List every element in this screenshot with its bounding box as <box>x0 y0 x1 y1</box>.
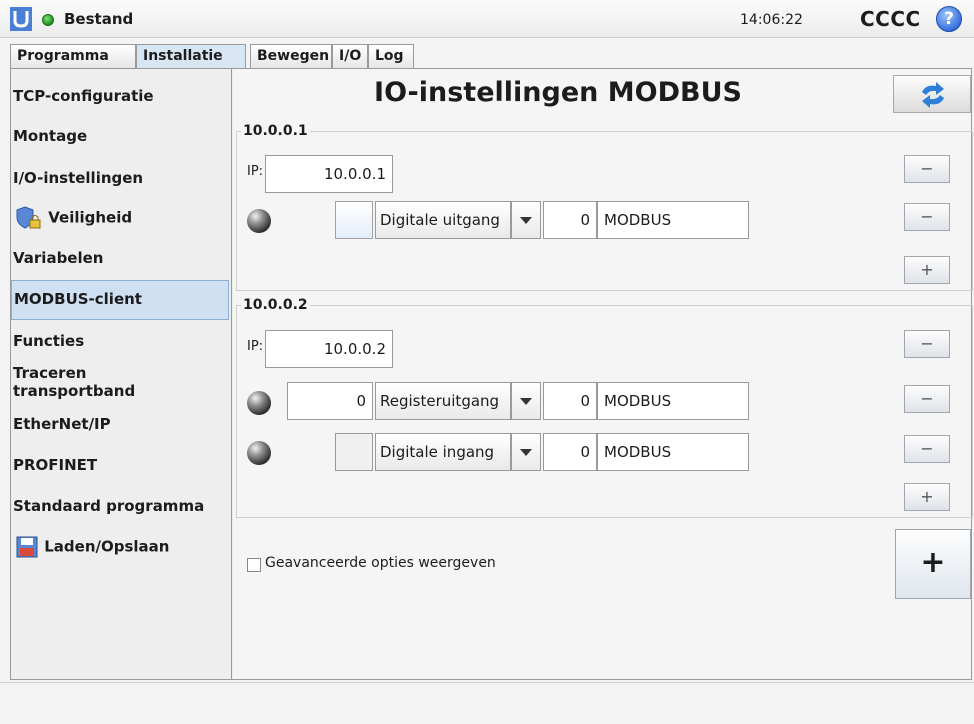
signal-status-icon <box>247 391 271 415</box>
sidebar-item-standaard[interactable]: Standaard programma <box>11 497 229 515</box>
sync-arrows-icon <box>922 82 944 108</box>
modbus-unit-2: 10.0.0.2 IP: 10.0.0.2 − 0 Registeruitgan… <box>236 297 973 518</box>
signal-type-select[interactable]: Digitale uitgang <box>375 201 511 239</box>
ip-input[interactable]: 10.0.0.2 <box>265 330 393 368</box>
sidebar-item-functies[interactable]: Functies <box>11 332 229 350</box>
ip-label: IP: <box>247 164 264 179</box>
signal-name-input[interactable]: MODBUS <box>597 433 749 471</box>
signal-name-input[interactable]: MODBUS <box>597 201 749 239</box>
top-bar: Bestand 14:06:22 CCCC ? <box>0 0 974 38</box>
ip-input[interactable]: 10.0.0.1 <box>265 155 393 193</box>
remove-signal-button[interactable]: − <box>904 385 950 413</box>
sidebar-item-label: Laden/Opslaan <box>44 537 170 556</box>
ur-logo-icon <box>10 7 32 31</box>
remove-unit-button[interactable]: − <box>904 330 950 358</box>
sidebar-item-transportband[interactable]: Traceren transportband <box>11 364 171 400</box>
add-signal-button[interactable]: + <box>904 483 950 511</box>
remove-signal-button[interactable]: − <box>904 435 950 463</box>
chevron-down-icon[interactable] <box>511 201 541 239</box>
signal-address-input[interactable]: 0 <box>543 382 597 420</box>
sidebar-item-laden[interactable]: Laden/Opslaan <box>11 535 229 559</box>
footer-bar <box>0 682 974 724</box>
sidebar-item-montage[interactable]: Montage <box>11 127 229 145</box>
advanced-options-checkbox[interactable] <box>247 558 261 572</box>
sidebar-item-io[interactable]: I/O-instellingen <box>11 169 229 187</box>
help-icon[interactable]: ? <box>936 6 962 32</box>
signal-address-input[interactable]: 0 <box>543 433 597 471</box>
add-signal-button[interactable]: + <box>904 256 950 284</box>
signal-value-field[interactable] <box>335 201 373 239</box>
signal-status-icon <box>247 441 271 465</box>
unit-name: 10.0.0.2 <box>241 297 310 313</box>
ip-label: IP: <box>247 339 264 354</box>
signal-type-select[interactable]: Digitale ingang <box>375 433 511 471</box>
sidebar-item-variabelen[interactable]: Variabelen <box>11 249 229 267</box>
chevron-down-icon[interactable] <box>511 382 541 420</box>
file-name[interactable]: Bestand <box>64 10 133 28</box>
remove-signal-button[interactable]: − <box>904 203 950 231</box>
sidebar-item-profinet[interactable]: PROFINET <box>11 456 229 474</box>
shield-lock-icon <box>16 206 41 229</box>
refresh-button[interactable] <box>893 75 971 113</box>
advanced-options-label[interactable]: Geavanceerde opties weergeven <box>265 555 496 571</box>
sidebar-item-label: Veiligheid <box>48 208 133 227</box>
tab-io[interactable]: I/O <box>332 44 368 68</box>
sidebar-item-ethernetip[interactable]: EtherNet/IP <box>11 415 229 433</box>
signal-value-field <box>335 433 373 471</box>
tab-programma[interactable]: Programma <box>10 44 136 68</box>
tab-bewegen[interactable]: Bewegen <box>250 44 332 68</box>
sidebar: TCP-configuratie Montage I/O-instellinge… <box>11 69 232 679</box>
unit-name: 10.0.0.1 <box>241 123 310 139</box>
page-title: IO-instellingen MODBUS <box>374 77 742 108</box>
signal-address-input[interactable]: 0 <box>543 201 597 239</box>
content-area: IO-instellingen MODBUS 10.0.0.1 IP: 10.0… <box>233 69 973 679</box>
main-frame: TCP-configuratie Montage I/O-instellinge… <box>10 68 973 680</box>
signal-name-input[interactable]: MODBUS <box>597 382 749 420</box>
chevron-down-icon[interactable] <box>511 433 541 471</box>
signal-value-field[interactable]: 0 <box>287 382 373 420</box>
status-indicator-icon <box>42 14 54 26</box>
sidebar-item-veiligheid[interactable]: Veiligheid <box>11 205 229 231</box>
floppy-disk-icon <box>16 536 38 558</box>
add-unit-button[interactable]: + <box>895 529 971 599</box>
signal-type-select[interactable]: Registeruitgang <box>375 382 511 420</box>
sidebar-item-tcp[interactable]: TCP-configuratie <box>11 87 229 105</box>
tab-log[interactable]: Log <box>368 44 414 68</box>
remove-unit-button[interactable]: − <box>904 155 950 183</box>
clock: 14:06:22 <box>740 12 803 28</box>
tab-installatie[interactable]: Installatie <box>136 44 246 70</box>
sidebar-item-modbus[interactable]: MODBUS-client <box>11 280 229 320</box>
signal-status-icon <box>247 209 271 233</box>
user-name: CCCC <box>860 7 921 31</box>
modbus-unit-1: 10.0.0.1 IP: 10.0.0.1 − Digitale uitgang… <box>236 123 973 291</box>
